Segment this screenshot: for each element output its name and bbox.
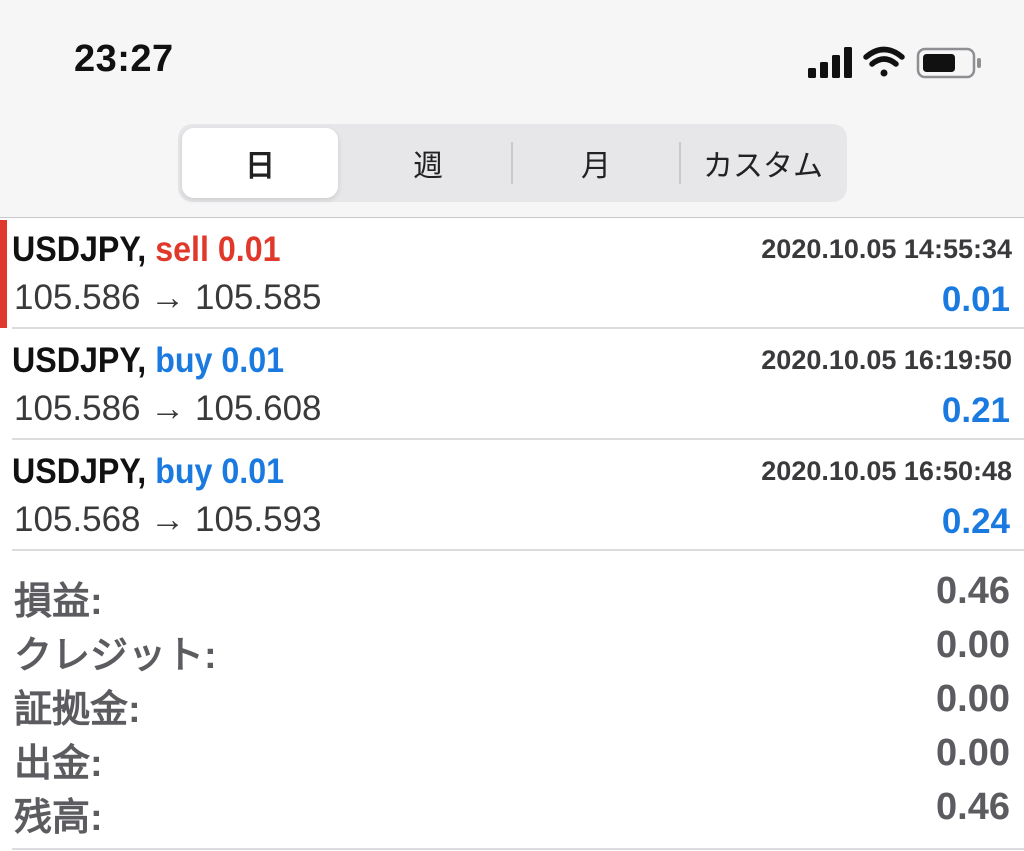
tab-week[interactable]: 週 (348, 128, 508, 198)
tab-custom[interactable]: カスタム (682, 128, 844, 198)
status-icons (808, 46, 981, 79)
open-price: 105.568 (14, 500, 141, 539)
trade-time: 2020.10.05 16:19:50 (761, 345, 1012, 375)
trade-row[interactable]: USDJPY, buy 0.01 2020.10.05 16:19:50 105… (0, 329, 1024, 439)
trade-prices: 105.586 → 105.585 (14, 278, 322, 318)
open-price: 105.586 (14, 278, 141, 317)
summary-deposit-label: 証拠金: (14, 689, 141, 731)
top-bar: 23:27 日 週 月 カスタム (0, 0, 1024, 218)
period-segmented-control: 日 週 月 カスタム (178, 124, 847, 202)
summary-profit-value: 0.46 (936, 570, 1010, 612)
trade-symbol: USDJPY, (12, 341, 147, 380)
summary-withdrawal-value: 0.00 (936, 732, 1010, 774)
wifi-icon (863, 46, 905, 77)
tab-day[interactable]: 日 (182, 128, 338, 198)
close-price: 105.585 (195, 278, 322, 317)
close-price: 105.608 (195, 389, 322, 428)
trade-title: USDJPY, buy 0.01 (12, 452, 284, 492)
cellular-signal-icon (808, 47, 852, 78)
summary-balance-label: 残高: (14, 797, 103, 839)
trade-side: buy (155, 452, 213, 491)
divider (12, 848, 1024, 850)
battery-icon (916, 47, 981, 79)
tab-month[interactable]: 月 (514, 128, 678, 198)
open-price: 105.586 (14, 389, 141, 428)
summary-profit-label: 損益: (14, 581, 103, 623)
trade-time: 2020.10.05 16:50:48 (761, 456, 1012, 486)
summary-credit-label: クレジット: (14, 635, 217, 677)
trade-symbol: USDJPY, (12, 452, 147, 491)
arrow-icon: → (150, 500, 186, 539)
trade-side: sell (155, 230, 209, 269)
trade-prices: 105.586 → 105.608 (14, 389, 322, 429)
segment-divider (511, 142, 513, 184)
summary-credit-value: 0.00 (936, 624, 1010, 666)
summary-profit-row: 損益: 0.46 (0, 566, 1024, 623)
summary-withdrawal-label: 出金: (14, 743, 103, 785)
summary-balance-value: 0.46 (936, 786, 1010, 828)
trade-row[interactable]: USDJPY, sell 0.01 2020.10.05 14:55:34 10… (0, 218, 1024, 328)
trade-profit: 0.24 (941, 502, 1010, 541)
arrow-icon: → (150, 278, 186, 317)
trade-profit: 0.21 (941, 391, 1010, 430)
trade-prices: 105.568 → 105.593 (14, 500, 322, 540)
summary-balance-row: 残高: 0.46 (0, 782, 1024, 839)
divider (12, 549, 1024, 551)
close-price: 105.593 (195, 500, 322, 539)
summary-deposit-value: 0.00 (936, 678, 1010, 720)
trade-title: USDJPY, buy 0.01 (12, 341, 284, 381)
trade-side: buy (155, 341, 213, 380)
summary-deposit-row: 証拠金: 0.00 (0, 674, 1024, 731)
summary-withdrawal-row: 出金: 0.00 (0, 728, 1024, 785)
segment-divider (679, 142, 681, 184)
trade-volume: 0.01 (221, 452, 285, 491)
trade-volume: 0.01 (221, 341, 285, 380)
status-time: 23:27 (74, 38, 174, 80)
trade-profit: 0.01 (941, 280, 1010, 319)
trade-row[interactable]: USDJPY, buy 0.01 2020.10.05 16:50:48 105… (0, 440, 1024, 550)
arrow-icon: → (150, 389, 186, 428)
trade-symbol: USDJPY, (12, 230, 147, 269)
trade-volume: 0.01 (217, 230, 281, 269)
trade-title: USDJPY, sell 0.01 (12, 230, 281, 270)
summary-credit-row: クレジット: 0.00 (0, 620, 1024, 677)
trade-time: 2020.10.05 14:55:34 (761, 234, 1012, 264)
trade-accent-bar (0, 220, 7, 328)
